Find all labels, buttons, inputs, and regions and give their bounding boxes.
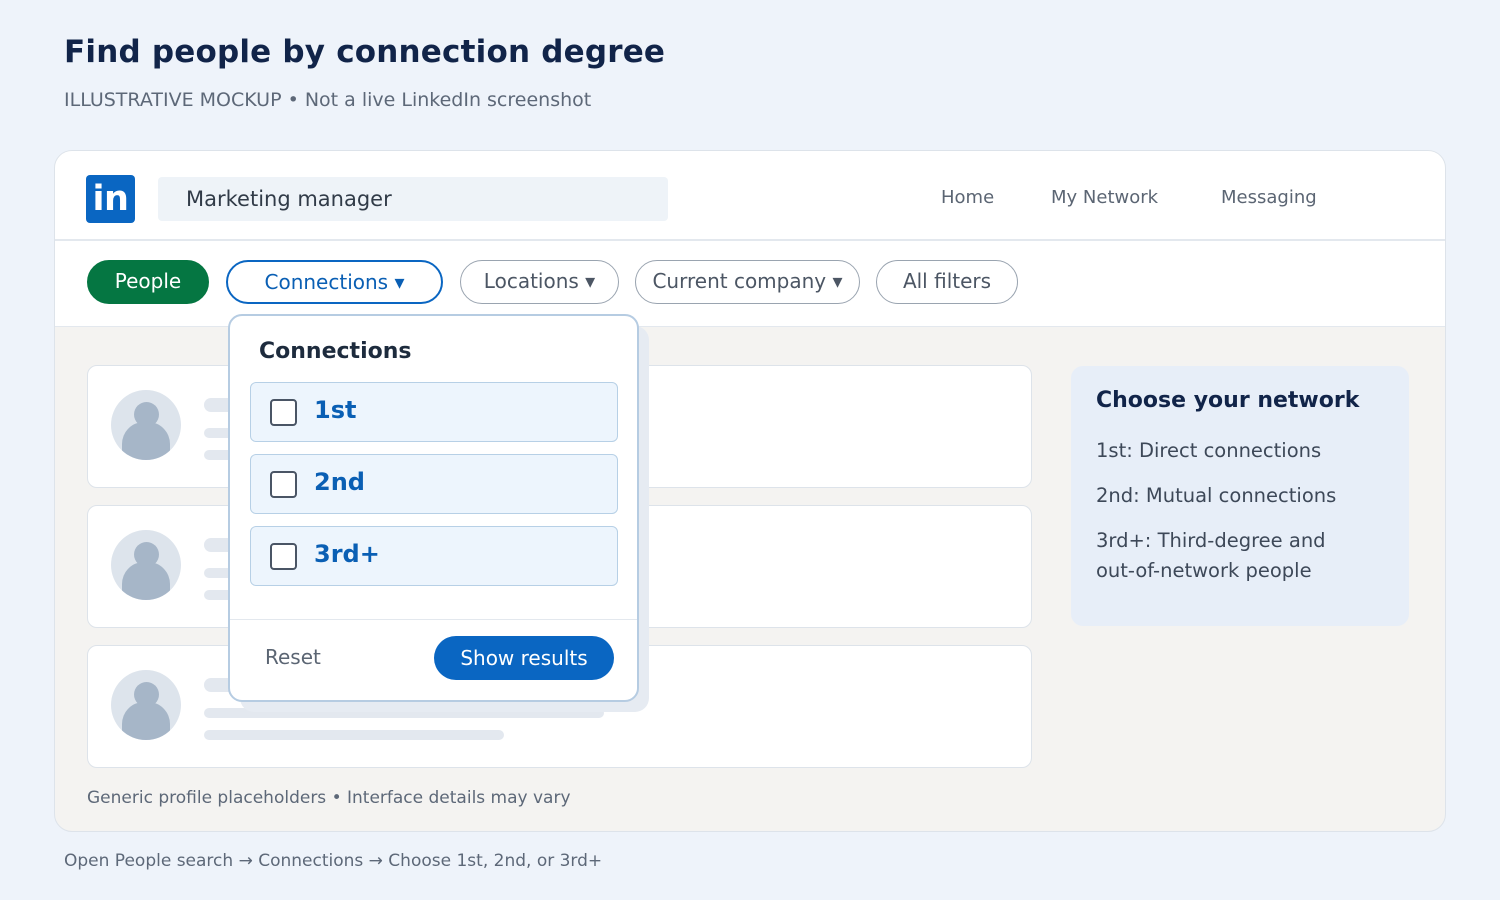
nav-my-network[interactable]: My Network xyxy=(1051,187,1158,208)
network-help-title: Choose your network xyxy=(1096,388,1360,413)
connections-filter-button[interactable]: Connections ▾ xyxy=(226,260,443,304)
network-help-2nd: 2nd: Mutual connections xyxy=(1096,484,1337,507)
page-title: Find people by connection degree xyxy=(64,34,666,70)
option-label: 2nd xyxy=(314,468,365,496)
people-filter-button[interactable]: People xyxy=(87,260,209,304)
checkbox-1st[interactable] xyxy=(270,399,297,426)
dropdown-title: Connections xyxy=(259,339,412,364)
show-results-button[interactable]: Show results xyxy=(434,636,614,680)
placeholder-line xyxy=(204,730,504,740)
network-help-1st: 1st: Direct connections xyxy=(1096,439,1322,462)
search-input[interactable]: Marketing manager xyxy=(158,177,668,221)
nav-home[interactable]: Home xyxy=(941,187,994,208)
divider xyxy=(230,619,637,620)
option-1st[interactable]: 1st xyxy=(250,382,618,442)
linkedin-logo[interactable]: in xyxy=(86,175,135,223)
avatar xyxy=(111,390,181,460)
page-subtitle: ILLUSTRATIVE MOCKUP • Not a live LinkedI… xyxy=(64,89,592,111)
option-label: 1st xyxy=(314,396,357,424)
avatar xyxy=(111,530,181,600)
footer-steps: Open People search → Connections → Choos… xyxy=(64,851,603,871)
locations-filter-button[interactable]: Locations ▾ xyxy=(460,260,619,304)
option-label: 3rd+ xyxy=(314,540,380,568)
option-2nd[interactable]: 2nd xyxy=(250,454,618,514)
nav-messaging[interactable]: Messaging xyxy=(1221,187,1317,208)
connections-dropdown: Connections 1st 2nd 3rd+ Reset Show resu… xyxy=(228,314,639,702)
checkbox-3rd-plus[interactable] xyxy=(270,543,297,570)
network-help-3rd-line1: 3rd+: Third-degree and xyxy=(1096,529,1326,552)
current-company-filter-button[interactable]: Current company ▾ xyxy=(635,260,860,304)
top-bar: in Marketing manager Home My Network Mes… xyxy=(55,151,1445,241)
network-help-panel: Choose your network 1st: Direct connecti… xyxy=(1071,366,1409,626)
checkbox-2nd[interactable] xyxy=(270,471,297,498)
option-3rd-plus[interactable]: 3rd+ xyxy=(250,526,618,586)
placeholder-note: Generic profile placeholders • Interface… xyxy=(87,788,571,808)
reset-button[interactable]: Reset xyxy=(265,645,321,669)
root: Find people by connection degree ILLUSTR… xyxy=(0,0,1500,900)
avatar xyxy=(111,670,181,740)
network-help-3rd-line2: out-of-network people xyxy=(1096,559,1312,582)
all-filters-button[interactable]: All filters xyxy=(876,260,1018,304)
